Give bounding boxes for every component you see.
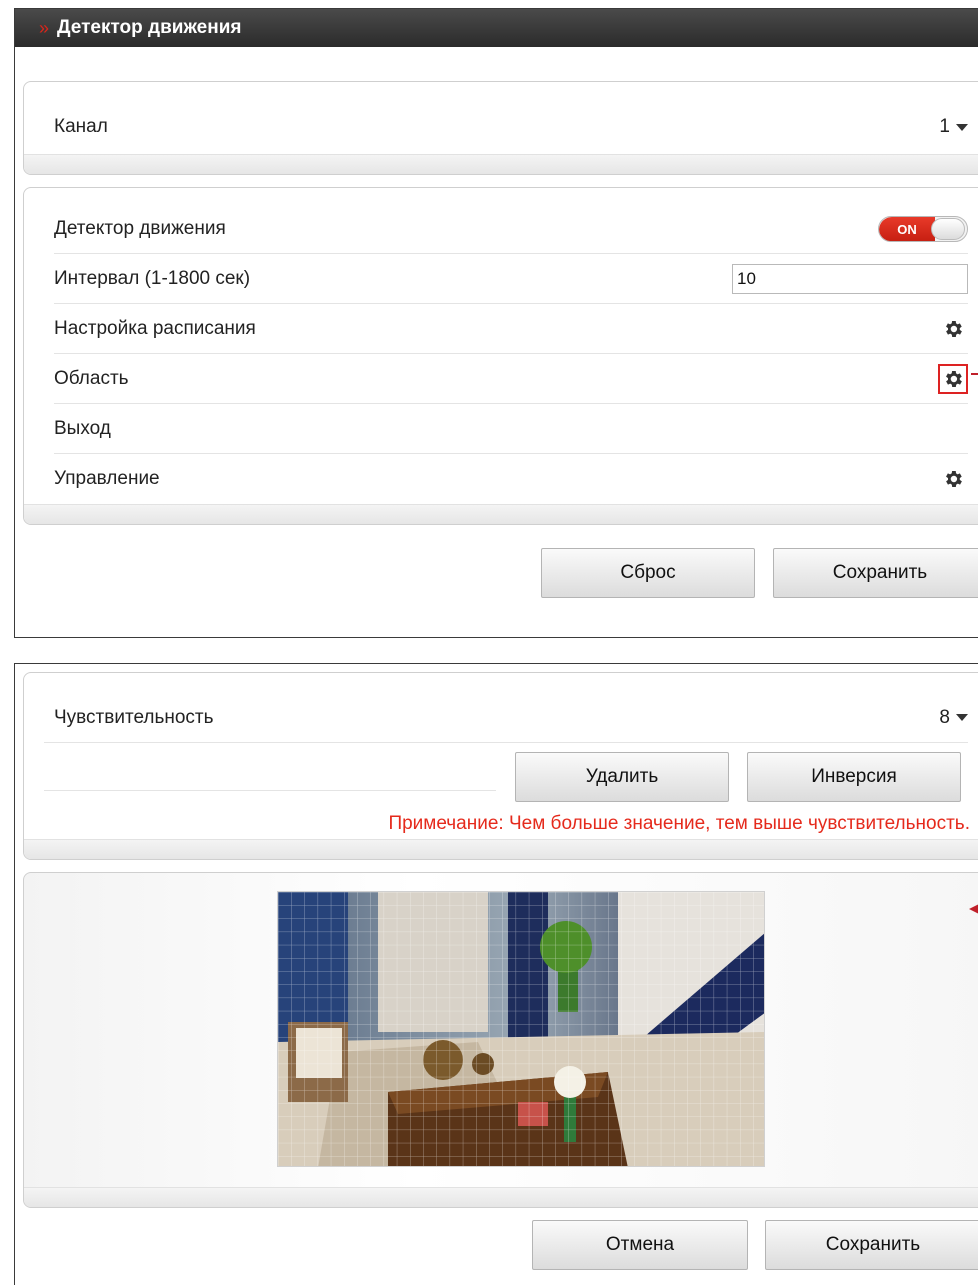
toggle-knob [931, 217, 965, 240]
card-footer [24, 154, 978, 174]
setting-row-motion-detector: Детектор движения ON [54, 204, 968, 254]
panel-title: Детектор движения [57, 17, 242, 38]
setting-row-schedule: Настройка расписания [54, 304, 968, 354]
setting-label: Выход [54, 417, 111, 439]
chevron-right-icon: » [39, 17, 50, 38]
sensitivity-row: Чувствительность 8 [44, 693, 968, 743]
motion-detector-toggle[interactable]: ON [878, 215, 968, 242]
card-footer [24, 504, 978, 524]
sensitivity-label: Чувствительность [54, 706, 214, 728]
panel-title-bar: » Детектор движения [15, 9, 978, 47]
setting-label: Управление [54, 468, 160, 489]
invert-button[interactable]: Инверсия [747, 752, 961, 802]
setting-label: Детектор движения [54, 217, 226, 239]
channel-card: Канал 1 [23, 81, 978, 175]
save-area-button[interactable]: Сохранить [765, 1220, 978, 1270]
divider [44, 790, 496, 791]
gear-icon [946, 320, 962, 337]
sensitivity-value: 8 [939, 706, 950, 728]
area-gear-button[interactable] [938, 363, 968, 394]
cancel-button[interactable]: Отмена [532, 1220, 748, 1270]
setting-label: Интервал (1-1800 сек) [54, 267, 251, 289]
reset-button[interactable]: Сброс [541, 548, 755, 598]
channel-value: 1 [939, 116, 950, 137]
gear-icon [946, 471, 962, 487]
interval-input[interactable] [732, 263, 968, 294]
setting-row-area: Область [54, 354, 968, 404]
channel-select[interactable]: 1 [939, 116, 968, 138]
gear-icon [946, 370, 962, 387]
area-editor-card [23, 872, 978, 1208]
control-gear-button[interactable] [942, 468, 964, 490]
setting-label: Область [54, 367, 129, 389]
channel-label: Канал [54, 116, 108, 137]
toggle-on-label: ON [879, 216, 935, 241]
motion-area-panel: Чувствительность 8 Удалить Инверсия Прим… [14, 663, 978, 1285]
camera-preview-grid[interactable] [277, 891, 765, 1167]
setting-row-output: Выход [54, 404, 968, 454]
sensitivity-note: Примечание: Чем больше значение, тем выш… [388, 813, 970, 834]
settings-card: Детектор движения ON Интервал (1-1800 се… [23, 187, 978, 525]
callout-arrow-icon [969, 904, 978, 914]
setting-row-interval: Интервал (1-1800 сек) [54, 254, 968, 304]
card-footer [24, 839, 978, 859]
setting-row-control: Управление [54, 454, 968, 504]
callout-line [971, 373, 978, 375]
sensitivity-card: Чувствительность 8 Удалить Инверсия Прим… [23, 672, 978, 860]
caret-down-icon [956, 714, 968, 721]
camera-image [278, 892, 764, 1166]
motion-detector-panel: » Детектор движения Канал 1 Детектор дви… [14, 8, 978, 638]
schedule-gear-button[interactable] [942, 318, 964, 340]
setting-label: Настройка расписания [54, 317, 256, 339]
delete-button[interactable]: Удалить [515, 752, 729, 802]
save-button[interactable]: Сохранить [773, 548, 978, 598]
card-footer [24, 1187, 978, 1207]
channel-row: Канал 1 [54, 102, 968, 152]
sensitivity-select[interactable]: 8 [939, 707, 968, 729]
caret-down-icon [956, 123, 968, 131]
